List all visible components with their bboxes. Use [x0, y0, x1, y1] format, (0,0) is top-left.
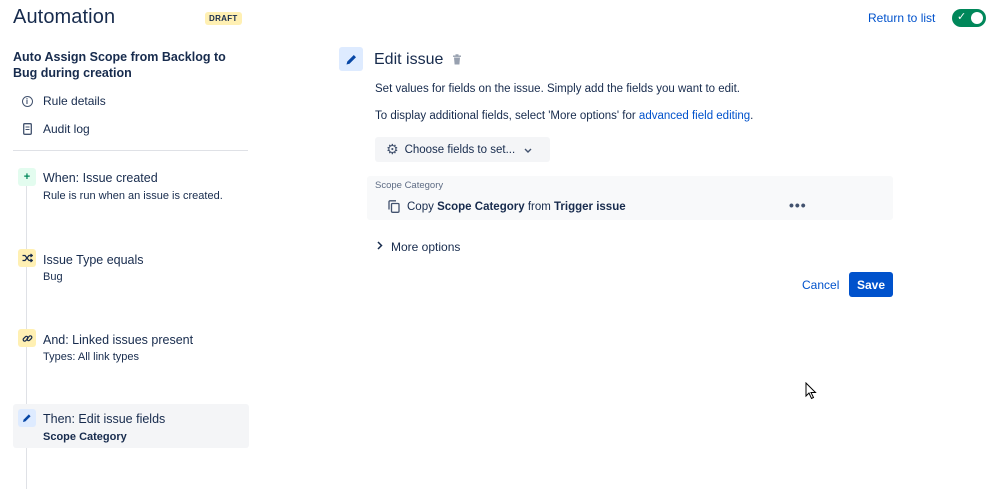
- step-action-edit-issue[interactable]: Then: Edit issue fields Scope Category: [13, 404, 249, 448]
- panel-title: Edit issue: [374, 51, 444, 68]
- link-icon: [18, 329, 36, 347]
- chevron-right-icon: [377, 241, 383, 253]
- step-subtitle: Scope Category: [43, 431, 127, 443]
- copy-source: Trigger issue: [554, 200, 626, 213]
- step-subtitle: Types: All link types: [43, 351, 139, 363]
- cancel-button[interactable]: Cancel: [794, 272, 847, 297]
- gear-icon: ⚙: [386, 141, 399, 157]
- check-icon: ✓: [957, 11, 967, 23]
- step-title: When: Issue created: [43, 171, 158, 185]
- field-card-scope-category: Scope Category Copy Scope Category from …: [367, 176, 893, 220]
- from-word: from: [527, 200, 551, 213]
- more-options-toggle[interactable]: More options: [377, 240, 460, 254]
- return-to-list-link[interactable]: Return to list: [868, 11, 935, 25]
- description-suffix: .: [750, 110, 754, 122]
- draft-badge: DRAFT: [205, 12, 242, 25]
- pencil-icon: [18, 409, 36, 427]
- choose-fields-label: Choose fields to set...: [404, 143, 516, 156]
- rule-enabled-toggle[interactable]: ✓: [952, 9, 986, 27]
- step-trigger[interactable]: + When: Issue created Rule is run when a…: [13, 166, 249, 206]
- page-title: Automation: [13, 6, 116, 28]
- step-condition-linked-issues[interactable]: And: Linked issues present Types: All li…: [13, 327, 249, 367]
- audit-log-link[interactable]: Audit log: [20, 122, 90, 136]
- step-title: Then: Edit issue fields: [43, 412, 166, 426]
- step-condition-issue-type[interactable]: Issue Type equals Bug: [13, 247, 249, 287]
- chevron-down-icon: [524, 145, 532, 155]
- document-icon: [20, 122, 34, 136]
- mouse-cursor-icon: [805, 381, 817, 403]
- advanced-field-editing-link[interactable]: advanced field editing: [639, 110, 750, 122]
- copy-icon: [388, 200, 400, 213]
- shuffle-icon: [18, 249, 36, 267]
- more-options-label: More options: [391, 240, 461, 254]
- step-title: Issue Type equals: [43, 253, 144, 267]
- audit-log-label: Audit log: [43, 122, 90, 136]
- step-subtitle: Bug: [43, 271, 63, 283]
- field-copy-row[interactable]: Copy Scope Category from Trigger issue: [388, 200, 626, 213]
- copy-field-name: Scope Category: [437, 200, 525, 213]
- info-icon: i: [20, 94, 34, 108]
- step-subtitle: Rule is run when an issue is created.: [43, 190, 223, 202]
- panel-description-advanced: To display additional fields, select 'Mo…: [375, 110, 753, 122]
- plus-icon: +: [18, 168, 36, 186]
- choose-fields-button[interactable]: ⚙ Choose fields to set...: [375, 137, 550, 162]
- pencil-icon: [339, 47, 363, 71]
- toggle-knob: [971, 12, 983, 24]
- rule-details-label: Rule details: [43, 94, 106, 108]
- step-title: And: Linked issues present: [43, 333, 194, 347]
- rule-details-link[interactable]: i Rule details: [20, 94, 106, 108]
- more-actions-icon[interactable]: •••: [789, 198, 807, 212]
- field-label: Scope Category: [375, 180, 444, 191]
- sidebar-divider: [13, 150, 248, 151]
- panel-description: Set values for fields on the issue. Simp…: [375, 83, 741, 95]
- description-prefix: To display additional fields, select 'Mo…: [375, 110, 639, 122]
- rule-name: Auto Assign Scope from Backlog to Bug du…: [13, 50, 226, 80]
- delete-icon[interactable]: [452, 54, 462, 68]
- save-button[interactable]: Save: [849, 272, 893, 297]
- copy-word: Copy: [407, 200, 434, 213]
